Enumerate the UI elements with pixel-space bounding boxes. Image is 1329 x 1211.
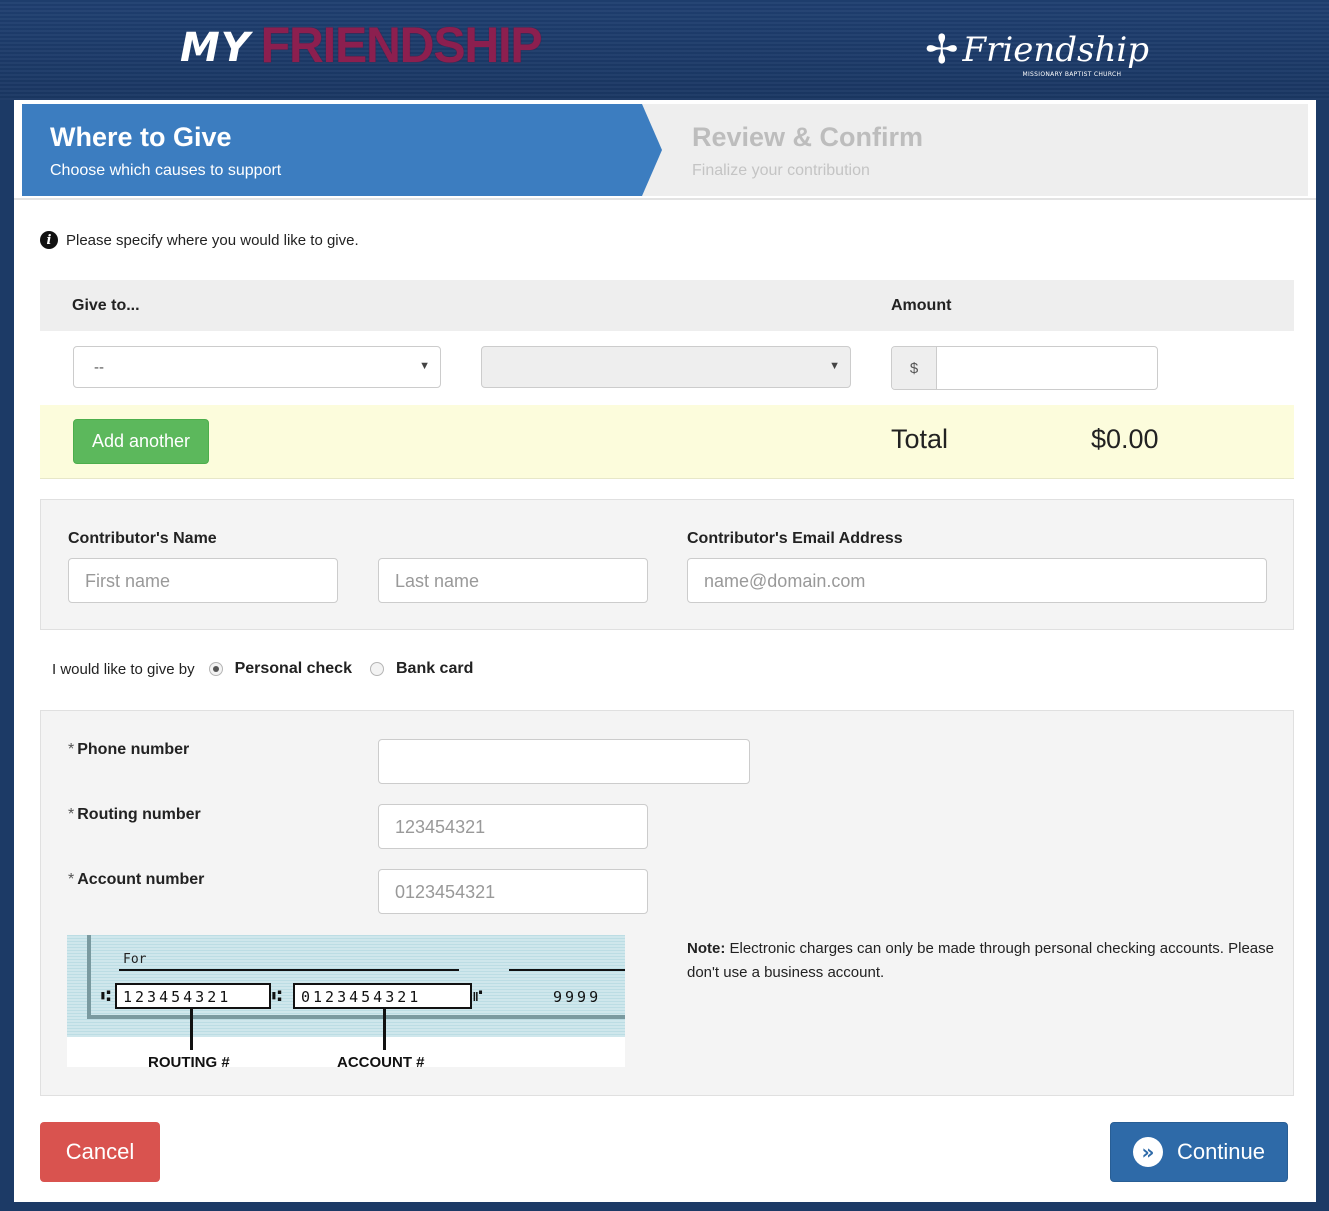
- logo-my-text: MY: [180, 25, 251, 71]
- check-number: 9999: [553, 988, 601, 1006]
- bank-card-radio[interactable]: [369, 662, 384, 676]
- step-title: Review & Confirm: [692, 122, 924, 152]
- step-subtitle: Finalize your contribution: [692, 162, 870, 179]
- church-logo-subtitle: MISSIONARY BAPTIST CHURCH: [1022, 71, 1122, 78]
- last-name-input[interactable]: Last name: [378, 558, 648, 603]
- check-edge: [87, 1015, 625, 1019]
- svg-text:⑆: ⑆: [272, 986, 282, 1005]
- continue-button[interactable]: » Continue: [1110, 1122, 1288, 1182]
- account-caption: ACCOUNT #: [337, 1054, 425, 1067]
- giving-panel: Where to Give Choose which causes to sup…: [14, 100, 1316, 1202]
- chevron-down-icon: ▼: [829, 360, 840, 372]
- account-note: Note: Electronic charges can only be mad…: [687, 937, 1277, 985]
- account-placeholder: 0123454321: [395, 882, 496, 902]
- bank-card-label[interactable]: Bank card: [396, 660, 473, 678]
- info-icon: i: [40, 231, 58, 249]
- my-friendship-logo[interactable]: MY FRIENDSHIP: [180, 17, 543, 78]
- divider: [14, 198, 1316, 200]
- site-header: MY FRIENDSHIP ✢ Friendship MISSIONARY BA…: [0, 0, 1329, 100]
- account-pointer: [383, 1008, 386, 1050]
- total-label: Total: [891, 424, 949, 454]
- give-to-header: Give to...: [72, 297, 140, 314]
- routing-input[interactable]: 123454321: [378, 804, 648, 849]
- amount-input-group: $: [891, 346, 1158, 390]
- church-logo-script: Friendship MISSIONARY BAPTIST CHURCH: [962, 30, 1150, 78]
- add-another-button[interactable]: Add another: [73, 419, 209, 464]
- check-account-digits: 0123454321: [301, 988, 421, 1006]
- note-bold: Note:: [687, 940, 726, 957]
- info-message: i Please specify where you would like to…: [40, 231, 359, 249]
- personal-check-radio[interactable]: [208, 662, 223, 676]
- routing-label: * Routing number: [68, 806, 201, 823]
- last-name-placeholder: Last name: [395, 571, 480, 591]
- check-for-label: For: [123, 952, 147, 967]
- routing-pointer: [190, 1008, 193, 1050]
- check-details-section: * Phone number * Routing number 123454321 …: [40, 710, 1294, 1096]
- account-input[interactable]: 0123454321: [378, 869, 648, 914]
- cancel-button[interactable]: Cancel: [40, 1122, 160, 1182]
- check-routing-digits: 123454321: [123, 988, 231, 1006]
- logo-brand-text: FRIENDSHIP: [260, 17, 543, 74]
- amount-input[interactable]: [937, 347, 1157, 389]
- total-row: Add another Total $0.00: [40, 405, 1294, 479]
- step-subtitle: Choose which causes to support: [50, 162, 282, 179]
- routing-caption: ROUTING #: [148, 1054, 230, 1067]
- double-chevron-right-icon: »: [1132, 1137, 1163, 1167]
- cross-icon: ✢: [925, 27, 959, 73]
- continue-label: Continue: [1176, 1139, 1266, 1164]
- step-title: Where to Give: [50, 122, 232, 152]
- contributor-name-label: Contributor's Name: [68, 530, 217, 547]
- phone-input[interactable]: [378, 739, 750, 784]
- check-edge: [87, 935, 91, 1019]
- subfund-select[interactable]: ▼: [481, 346, 851, 388]
- svg-text:⑆: ⑆: [101, 986, 111, 1005]
- first-name-input[interactable]: First name: [68, 558, 338, 603]
- contributor-section: Contributor's Name First name Last name …: [40, 499, 1294, 630]
- note-text: Electronic charges can only be made thro…: [687, 940, 1274, 981]
- step-where-to-give: Where to Give Choose which causes to sup…: [22, 104, 662, 196]
- progress-steps: Where to Give Choose which causes to sup…: [22, 104, 1308, 196]
- fund-select-value: --: [94, 359, 104, 376]
- payment-method: I would like to give by Personal check B…: [52, 660, 491, 678]
- amount-header: Amount: [891, 297, 952, 314]
- svg-text:⑈: ⑈: [473, 986, 483, 1005]
- phone-label: * Phone number: [68, 741, 190, 758]
- routing-placeholder: 123454321: [395, 817, 486, 837]
- email-input[interactable]: name@domain.com: [687, 558, 1267, 603]
- contributor-email-label: Contributor's Email Address: [687, 530, 903, 547]
- payment-prompt: I would like to give by: [52, 660, 195, 678]
- info-text: Please specify where you would like to g…: [66, 231, 359, 249]
- account-label: * Account number: [68, 871, 205, 888]
- total-value: $0.00: [1091, 424, 1159, 454]
- church-logo[interactable]: ✢ Friendship MISSIONARY BAPTIST CHURCH: [925, 22, 1149, 78]
- personal-check-label[interactable]: Personal check: [235, 660, 352, 678]
- give-table-header: Give to... Amount: [40, 280, 1294, 331]
- check-diagram: For ⑆ 123454321 ⑆ 0123454321 ⑈ 9999 ROUT…: [67, 935, 625, 1067]
- first-name-placeholder: First name: [85, 571, 171, 591]
- chevron-down-icon: ▼: [419, 360, 430, 372]
- currency-addon: $: [892, 347, 937, 389]
- fund-select[interactable]: -- ▼: [73, 346, 441, 388]
- email-placeholder: name@domain.com: [704, 571, 866, 591]
